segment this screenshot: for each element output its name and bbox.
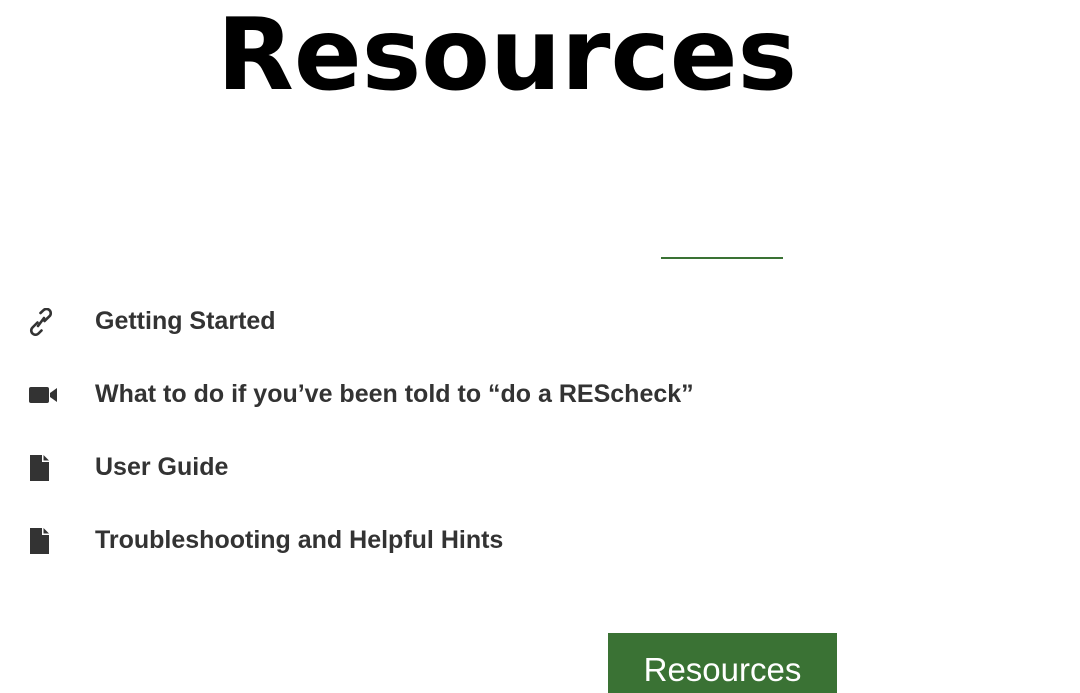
document-icon — [28, 526, 58, 556]
resource-item-label: Getting Started — [95, 307, 276, 335]
video-camera-icon — [28, 380, 58, 410]
link-icon — [28, 307, 58, 337]
resources-button[interactable]: Resources — [608, 633, 837, 693]
resource-item-getting-started[interactable]: Getting Started — [28, 285, 928, 358]
resource-item-label: Troubleshooting and Helpful Hints — [95, 526, 504, 554]
resource-item-user-guide[interactable]: User Guide — [28, 431, 928, 504]
title-underline-divider — [661, 257, 783, 259]
resource-item-label: What to do if you’ve been told to “do a … — [95, 380, 694, 408]
resource-item-what-to-do[interactable]: What to do if you’ve been told to “do a … — [28, 358, 928, 431]
resource-list: Getting Started What to do if you’ve bee… — [28, 285, 928, 577]
document-icon — [28, 453, 58, 483]
page-title: Resources — [216, 0, 798, 113]
resource-item-label: User Guide — [95, 453, 229, 481]
resource-item-troubleshooting[interactable]: Troubleshooting and Helpful Hints — [28, 504, 928, 577]
